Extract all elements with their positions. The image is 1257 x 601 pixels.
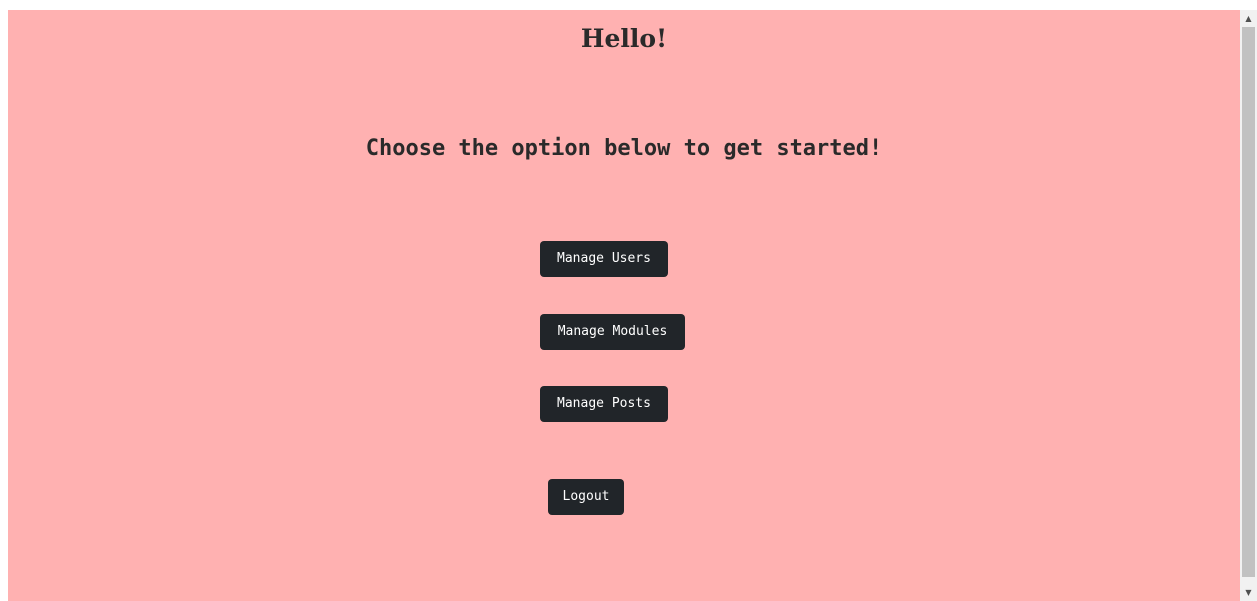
- vertical-scrollbar[interactable]: ▲ ▼: [1240, 10, 1257, 601]
- manage-posts-button[interactable]: Manage Posts: [540, 386, 668, 422]
- scroll-down-arrow-icon[interactable]: ▼: [1240, 584, 1257, 601]
- greeting-heading: Hello!: [580, 24, 668, 53]
- page-content: Hello! Choose the option below to get st…: [8, 10, 1240, 601]
- scroll-up-arrow-icon[interactable]: ▲: [1240, 10, 1257, 27]
- scrollbar-thumb[interactable]: [1242, 27, 1255, 577]
- logout-button[interactable]: Logout: [548, 479, 624, 515]
- manage-users-button[interactable]: Manage Users: [540, 241, 668, 277]
- instructions-subtitle: Choose the option below to get started!: [365, 136, 883, 161]
- manage-modules-button[interactable]: Manage Modules: [540, 314, 685, 350]
